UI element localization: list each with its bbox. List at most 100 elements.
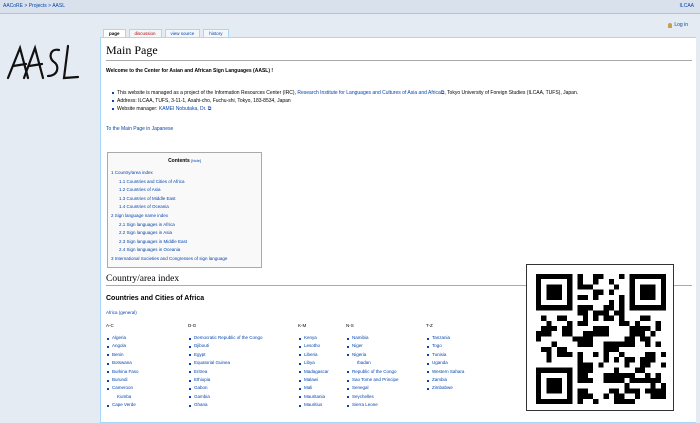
country-link[interactable]: Cape Verde xyxy=(106,401,139,409)
qr-code xyxy=(526,264,674,411)
bullet-text: This website is managed as a project of … xyxy=(117,90,298,96)
table-of-contents: Contents [hide] 1 Country/area index 1.1 … xyxy=(107,152,262,268)
country-column: K-M Kenya Lesotho Liberia Libya Madagascar Mal… xyxy=(298,323,329,410)
toc-item[interactable]: 1.2 Countries of Asia xyxy=(111,186,258,195)
country-link[interactable]: Algeria xyxy=(106,334,139,342)
country-link[interactable]: Burundi xyxy=(106,376,139,384)
country-link[interactable]: Botswana xyxy=(106,359,139,367)
subsection-heading: Countries and Cities of Africa xyxy=(106,295,205,302)
toc-hide-toggle[interactable]: [hide] xyxy=(191,158,201,163)
country-column: T-Z Tanzania Togo Tunisia Uganda Western Saha… xyxy=(426,323,464,393)
toc-item[interactable]: 1.1 Countries and Cities of Africa xyxy=(111,178,258,187)
toc-items: 1 Country/area index 1.1 Countries and Ci… xyxy=(111,169,258,264)
welcome-text: Welcome to the Center for Asian and Afri… xyxy=(106,68,274,74)
country-link[interactable]: Mauritius xyxy=(298,401,329,409)
info-list: This website is managed as a project of … xyxy=(112,90,692,112)
japanese-page-link[interactable]: To the Main Page in Japanese xyxy=(106,126,692,132)
africa-general-link[interactable]: Africa (general) xyxy=(106,310,137,315)
breadcrumb[interactable]: AACoRE > Projects > AASL xyxy=(3,3,65,9)
country-link[interactable]: Zimbabwe xyxy=(426,384,464,392)
country-link[interactable]: Djibouti xyxy=(188,342,263,350)
toc-title: Contents [hide] xyxy=(111,158,258,164)
country-link[interactable]: Zambia xyxy=(426,376,464,384)
country-list: Algeria Angola Benin Botswana Burkina Faso Bu… xyxy=(106,334,139,410)
country-list: Tanzania Togo Tunisia Uganda Western Sahara Z… xyxy=(426,334,464,393)
country-link[interactable]: Uganda xyxy=(426,359,464,367)
country-link[interactable]: Libya xyxy=(298,359,329,367)
ilcaa-full-link[interactable]: Research Institute for Languages and Cul… xyxy=(297,90,440,96)
column-heading: N-S xyxy=(346,323,354,328)
country-column: D-G Democratic Republic of the Congo Djibo… xyxy=(188,323,263,410)
country-link[interactable]: Sao Tome and Principe xyxy=(346,376,398,384)
column-heading: T-Z xyxy=(426,323,433,328)
toc-item[interactable]: 2.2 Sign languages in Asia xyxy=(111,229,258,238)
login-label: Log in xyxy=(674,22,688,28)
country-link[interactable]: Tunisia xyxy=(426,351,464,359)
toc-item[interactable]: 1.3 Countries of Middle East xyxy=(111,195,258,204)
country-link[interactable]: Togo xyxy=(426,342,464,350)
country-link[interactable]: Cameroon xyxy=(106,384,139,392)
country-link[interactable]: Gambia xyxy=(188,393,263,401)
country-link[interactable]: Ghana xyxy=(188,401,263,409)
country-link[interactable]: Seychelles xyxy=(346,393,398,401)
toc-item[interactable]: 2.1 Sign languages in Africa xyxy=(111,221,258,230)
country-link[interactable]: Burkina Faso xyxy=(106,368,139,376)
bullet-text: Website manager: xyxy=(117,106,159,112)
country-link[interactable]: Republic of the Congo xyxy=(346,368,398,376)
list-item: Website manager: KAMEI Nobutaka, Dr. ⧉ xyxy=(112,106,692,112)
country-link[interactable]: Tanzania xyxy=(426,334,464,342)
list-item: Address: ILCAA, TUFS, 3-11-1, Asahi-cho,… xyxy=(112,98,692,104)
country-link[interactable]: Kenya xyxy=(298,334,329,342)
aasl-logo-icon xyxy=(6,44,80,80)
country-link[interactable]: Namibia xyxy=(346,334,398,342)
country-link[interactable]: Angola xyxy=(106,342,139,350)
country-link[interactable]: Democratic Republic of the Congo xyxy=(188,334,263,342)
site-logo[interactable] xyxy=(4,40,84,84)
country-link[interactable]: Mauritania xyxy=(298,393,329,401)
country-link[interactable]: Benin xyxy=(106,351,139,359)
toc-item[interactable]: 2 Sign language name index xyxy=(111,212,258,221)
column-heading: A-C xyxy=(106,323,114,328)
country-link[interactable]: Niger xyxy=(346,342,398,350)
country-link[interactable]: Gabon xyxy=(188,384,263,392)
bullet-text: , Tokyo University of Foreign Studies (I… xyxy=(444,90,579,96)
top-bar: AACoRE > Projects > AASL ILCAA xyxy=(0,0,700,14)
country-link[interactable]: Eritrea xyxy=(188,368,263,376)
toc-title-text: Contents xyxy=(168,158,190,164)
ilcaa-link[interactable]: ILCAA xyxy=(680,3,694,9)
country-link[interactable]: Ethiopia xyxy=(188,376,263,384)
qr-code-icon xyxy=(536,274,666,404)
login-link[interactable]: Log in xyxy=(668,22,688,28)
country-link[interactable]: Malawi xyxy=(298,376,329,384)
country-link[interactable]: Equatorial Guinea xyxy=(188,359,263,367)
country-column: A-C Algeria Angola Benin Botswana Burkina Fas… xyxy=(106,323,139,410)
country-link[interactable]: Senegal xyxy=(346,384,398,392)
country-link[interactable]: Sierra Leone xyxy=(346,401,398,409)
column-heading: K-M xyxy=(298,323,307,328)
toc-item[interactable]: 2.3 Sign languages in Middle East xyxy=(111,238,258,247)
user-icon xyxy=(668,22,673,28)
country-link[interactable]: Madagascar xyxy=(298,368,329,376)
country-columns: A-C Algeria Angola Benin Botswana Burkina Fas… xyxy=(106,323,526,422)
country-link[interactable]: Lesotho xyxy=(298,342,329,350)
country-list: Democratic Republic of the Congo Djibouti… xyxy=(188,334,263,410)
page-title: Main Page xyxy=(106,43,692,61)
toc-item[interactable]: 1 Country/area index xyxy=(111,169,258,178)
country-link[interactable]: Egypt xyxy=(188,351,263,359)
country-link[interactable]: Nigeria xyxy=(346,351,398,359)
list-item: This website is managed as a project of … xyxy=(112,90,692,96)
country-link[interactable]: Ibadan xyxy=(346,359,398,367)
country-column: N-S Namibia Niger Nigeria Ibadan Republic of … xyxy=(346,323,398,410)
country-list: Namibia Niger Nigeria Ibadan Republic of the… xyxy=(346,334,398,410)
toc-item[interactable]: 2.4 Sign languages in Oceania xyxy=(111,246,258,255)
address-text: Address: ILCAA, TUFS, 3-11-1, Asahi-cho,… xyxy=(117,98,291,104)
toc-item[interactable]: 1.4 Countries of Oceania xyxy=(111,203,258,212)
country-link[interactable]: Liberia xyxy=(298,351,329,359)
country-link[interactable]: Western Sahara xyxy=(426,368,464,376)
country-link[interactable]: Mali xyxy=(298,384,329,392)
country-link[interactable]: Kumba xyxy=(106,393,139,401)
country-list: Kenya Lesotho Liberia Libya Madagascar Malawi… xyxy=(298,334,329,410)
manager-link[interactable]: KAMEI Nobutaka, Dr. xyxy=(159,106,207,112)
toc-item[interactable]: 3 International Societies and Congresses… xyxy=(111,255,258,264)
external-link-icon: ⧉ xyxy=(206,106,212,112)
